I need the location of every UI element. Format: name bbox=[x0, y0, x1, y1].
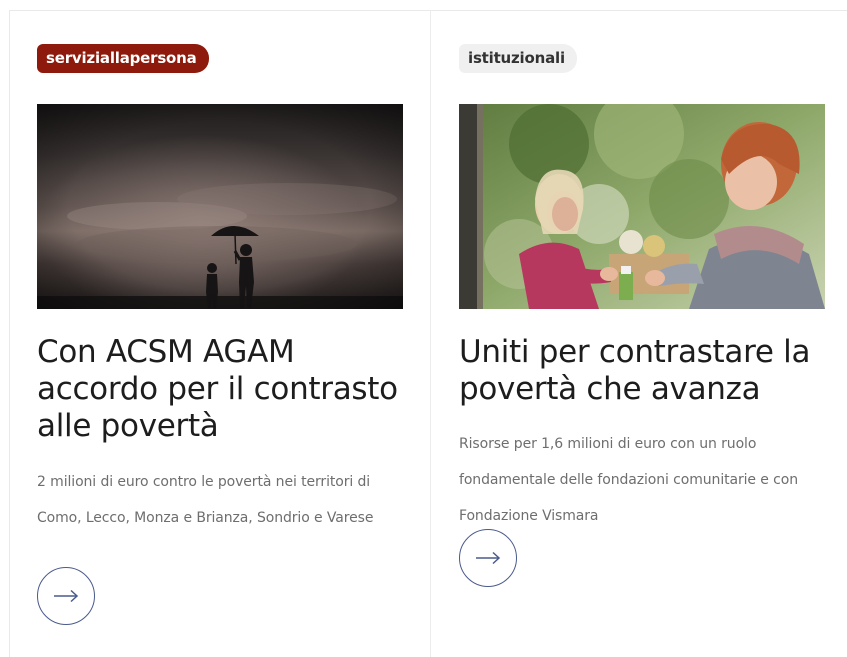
news-description: 2 milioni di euro contro le povertà nei … bbox=[37, 474, 374, 526]
category-tag[interactable]: istituzionali bbox=[459, 44, 577, 73]
read-more-button[interactable] bbox=[37, 567, 95, 625]
news-image[interactable] bbox=[37, 104, 403, 309]
left-divider bbox=[9, 10, 10, 657]
arrow-right-icon bbox=[54, 589, 79, 603]
news-title[interactable]: Con ACSM AGAM accordo per il contrasto a… bbox=[37, 334, 407, 445]
column-divider bbox=[430, 10, 431, 657]
news-image[interactable] bbox=[459, 104, 825, 309]
stormy-sky-umbrella-children-photo bbox=[37, 104, 403, 309]
news-card-grid: serviziallapersona Con ACSM AGAM accordo… bbox=[0, 0, 847, 657]
women-food-donation-photo bbox=[459, 104, 825, 309]
arrow-right-icon bbox=[476, 551, 501, 565]
read-more-button[interactable] bbox=[459, 529, 517, 587]
top-divider bbox=[9, 10, 847, 11]
news-title[interactable]: Uniti per contrastare la povertà che ava… bbox=[459, 334, 829, 408]
news-description: Risorse per 1,6 milioni di euro con un r… bbox=[459, 436, 798, 524]
category-tag[interactable]: serviziallapersona bbox=[37, 44, 209, 73]
